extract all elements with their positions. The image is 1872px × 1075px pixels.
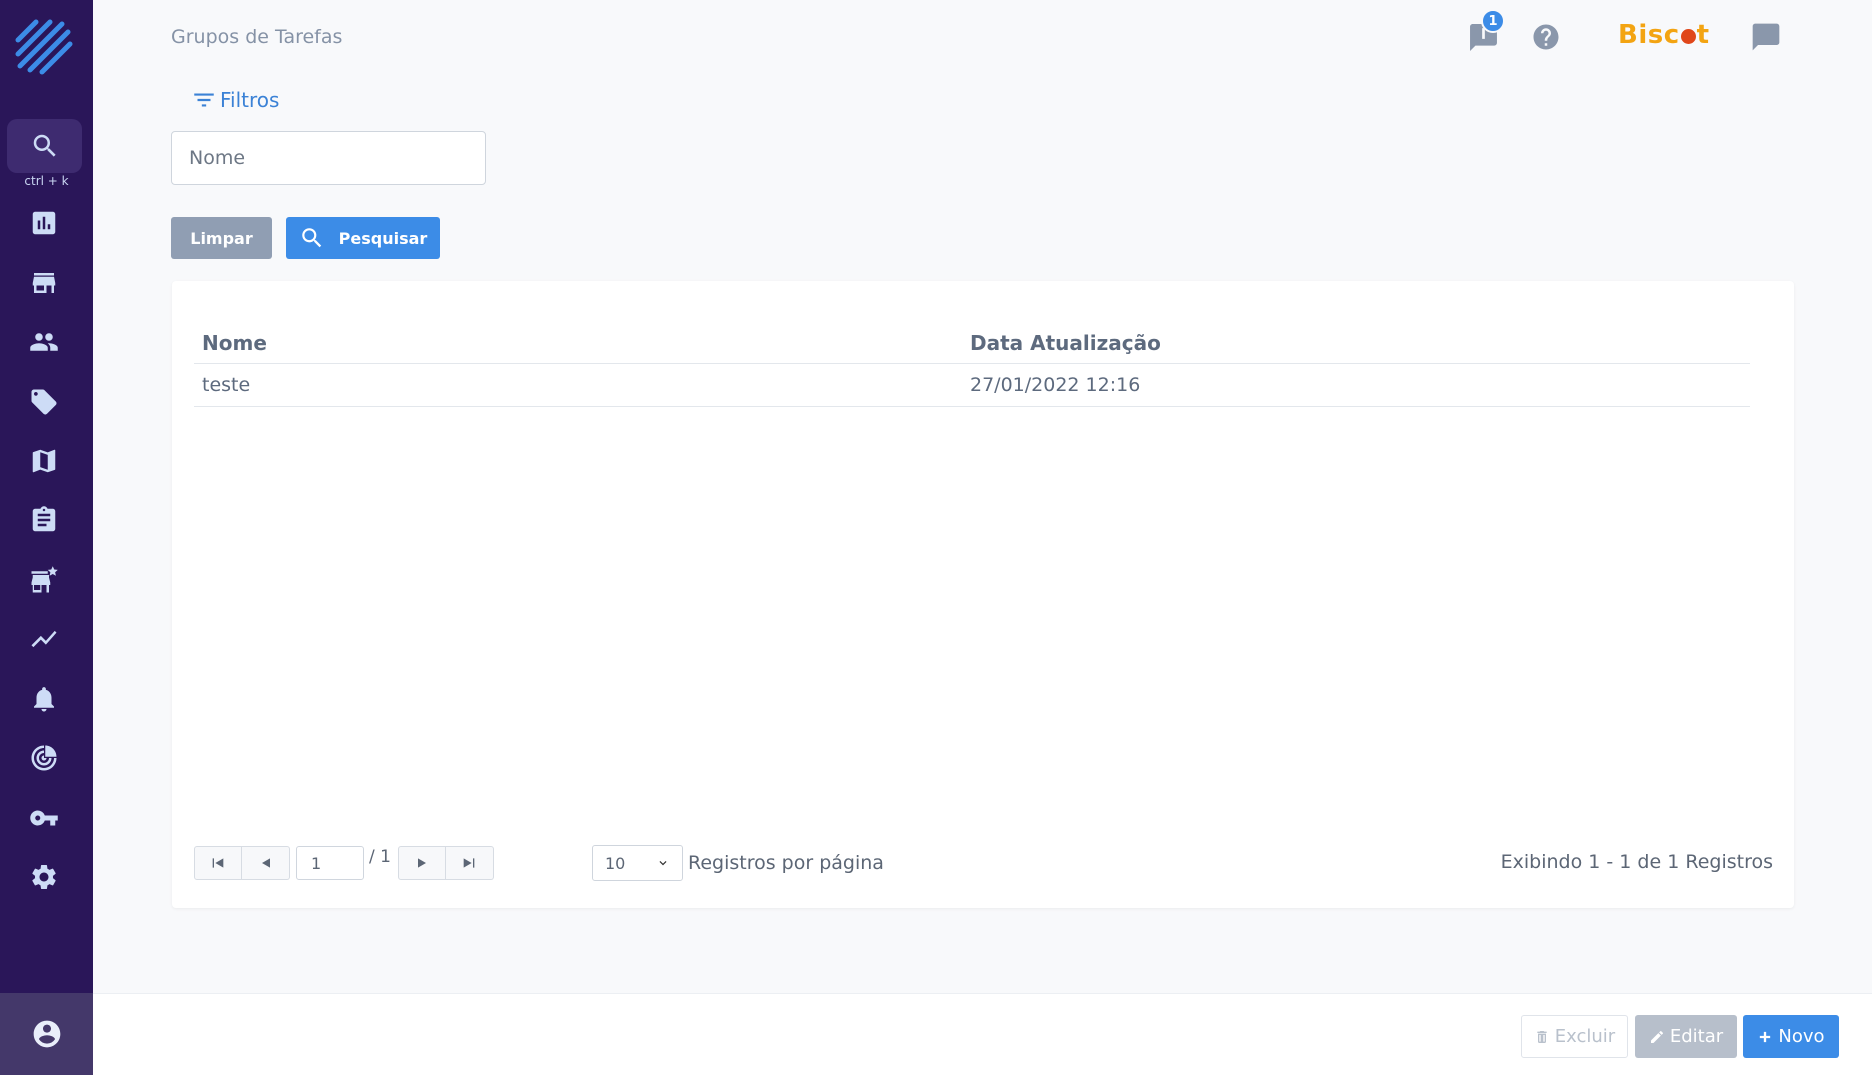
- search-icon: [301, 228, 321, 248]
- new-button[interactable]: Novo: [1743, 1015, 1839, 1058]
- name-filter-input[interactable]: [171, 131, 486, 185]
- map-icon: [32, 449, 56, 473]
- brand-dot-icon: [1680, 29, 1696, 44]
- sidebar-item-tasks[interactable]: [26, 502, 62, 538]
- sidebar-item-goals[interactable]: [26, 740, 62, 776]
- help-icon[interactable]: [1531, 22, 1561, 52]
- sidebar: ctrl + k: [0, 0, 93, 1075]
- bell-icon: [34, 687, 54, 712]
- chart-icon: [32, 211, 56, 235]
- new-label: Novo: [1778, 1026, 1825, 1047]
- delete-button[interactable]: Excluir: [1521, 1015, 1628, 1058]
- cell-date-text: 27/01/2022 12:16: [970, 374, 1141, 396]
- edit-button[interactable]: Editar: [1635, 1015, 1737, 1058]
- results-card: Nome Data Atualização teste 27/01/2022 1…: [172, 281, 1794, 908]
- clear-button[interactable]: Limpar: [171, 217, 272, 259]
- page-title: Grupos de Tarefas: [171, 26, 343, 48]
- brand-suffix: t: [1696, 20, 1710, 50]
- cell-name-text: teste: [202, 374, 251, 396]
- sidebar-item-people[interactable]: [26, 324, 62, 360]
- brand-logo[interactable]: Bisc t: [1618, 20, 1710, 50]
- clipboard-icon: [32, 506, 56, 532]
- gear-icon: [32, 865, 56, 889]
- sidebar-item-store-rating[interactable]: [26, 562, 62, 598]
- sidebar-item-stores[interactable]: [26, 265, 62, 301]
- table-header: Nome Data Atualização: [194, 323, 1750, 364]
- chevron-down-icon: [659, 861, 667, 866]
- account-circle-icon: [33, 1020, 60, 1048]
- filters-toggle[interactable]: Filtros: [191, 87, 279, 113]
- prev-page-icon: [261, 858, 270, 868]
- sidebar-item-map[interactable]: [26, 443, 62, 479]
- column-header-date[interactable]: Data Atualização: [970, 331, 1750, 355]
- per-page-value: 10: [605, 853, 626, 873]
- column-header-date-label: Data Atualização: [970, 331, 1161, 355]
- sidebar-item-notifications[interactable]: [26, 681, 62, 717]
- sidebar-item-tags[interactable]: [26, 384, 62, 420]
- next-page-button[interactable]: [397, 846, 446, 880]
- trend-icon: [31, 630, 57, 648]
- delete-label: Excluir: [1554, 1026, 1616, 1047]
- table-row[interactable]: teste 27/01/2022 12:16: [194, 364, 1750, 407]
- tag-icon: [31, 389, 57, 415]
- key-icon: [30, 810, 58, 826]
- column-header-name[interactable]: Nome: [194, 331, 970, 355]
- records-summary: Exibindo 1 - 1 de 1 Registros: [1500, 851, 1773, 873]
- sidebar-item-dashboard[interactable]: [26, 205, 62, 241]
- column-header-name-label: Nome: [202, 331, 267, 355]
- per-page-label: Registros por página: [688, 852, 884, 874]
- search-icon: [33, 134, 56, 157]
- page-number-input[interactable]: [296, 846, 364, 880]
- total-pages: / 1: [369, 847, 391, 867]
- search-shortcut-hint: ctrl + k: [24, 174, 69, 188]
- action-footer: Excluir Editar Novo: [93, 993, 1872, 1075]
- filters-label: Filtros: [220, 88, 280, 112]
- cell-date: 27/01/2022 12:16: [970, 374, 1750, 396]
- search-button[interactable]: Pesquisar: [286, 217, 440, 259]
- prev-page-button[interactable]: [242, 846, 290, 880]
- plus-icon: [1760, 1031, 1771, 1042]
- cell-name: teste: [194, 374, 970, 396]
- store-icon: [32, 273, 56, 293]
- search-button-label: Pesquisar: [338, 228, 428, 248]
- per-page-control: 10 Registros por página: [592, 845, 884, 881]
- logo-icon[interactable]: [14, 18, 74, 78]
- people-icon: [30, 333, 58, 351]
- user-profile-button[interactable]: [0, 993, 93, 1075]
- edit-label: Editar: [1669, 1026, 1724, 1047]
- sidebar-item-settings[interactable]: [26, 859, 62, 895]
- trash-icon: [1537, 1030, 1547, 1043]
- pencil-icon: [1650, 1030, 1663, 1043]
- target-icon: [31, 745, 57, 771]
- filter-icon: [194, 93, 214, 107]
- sidebar-search-button[interactable]: [7, 119, 82, 173]
- last-page-icon: [464, 858, 475, 868]
- chat-icon[interactable]: [1750, 21, 1782, 53]
- sidebar-item-access[interactable]: [26, 800, 62, 836]
- results-table: Nome Data Atualização teste 27/01/2022 1…: [194, 323, 1750, 407]
- pagination: / 1: [194, 845, 494, 881]
- sidebar-item-reports[interactable]: [26, 621, 62, 657]
- last-page-button[interactable]: [445, 846, 494, 880]
- per-page-select[interactable]: 10: [592, 845, 683, 881]
- brand-prefix: Bisc: [1618, 20, 1680, 50]
- store-star-icon: [31, 566, 58, 593]
- first-page-button[interactable]: [194, 846, 242, 880]
- first-page-icon: [212, 858, 224, 868]
- next-page-icon: [417, 858, 426, 868]
- notification-badge: 1: [1481, 9, 1505, 33]
